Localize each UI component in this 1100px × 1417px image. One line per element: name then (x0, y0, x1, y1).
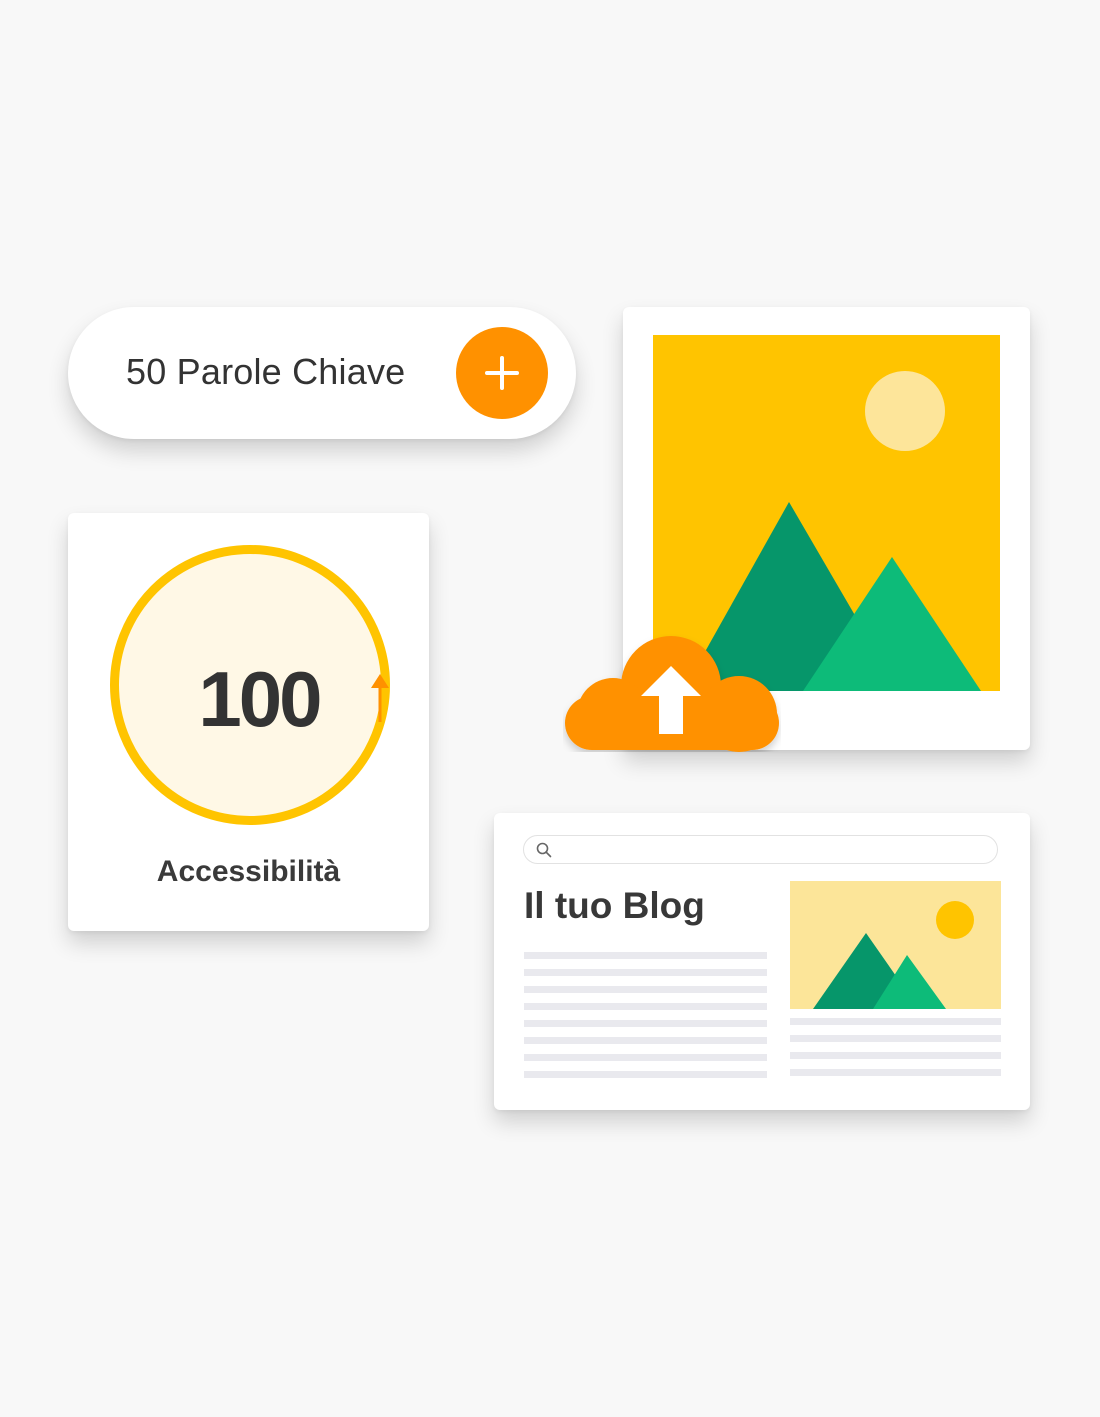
text-line (524, 986, 767, 993)
search-input[interactable] (523, 835, 998, 864)
keywords-pill: 50 Parole Chiave (68, 307, 576, 439)
text-line (524, 952, 767, 959)
text-line (524, 1054, 767, 1061)
text-line (790, 1018, 1001, 1025)
text-line (790, 1069, 1001, 1076)
arrow-up-icon (371, 674, 389, 722)
text-line (790, 1035, 1001, 1042)
text-line (524, 1003, 767, 1010)
blog-text-lines (524, 952, 767, 1088)
text-line (524, 1037, 767, 1044)
plus-icon (485, 356, 519, 390)
blog-card: Il tuo Blog (494, 813, 1030, 1110)
text-line (524, 1020, 767, 1027)
image-placeholder-icon (790, 881, 1001, 1009)
add-keyword-button[interactable] (456, 327, 548, 419)
text-line (524, 969, 767, 976)
blog-text-lines (790, 1018, 1001, 1086)
text-line (524, 1071, 767, 1078)
text-line (790, 1052, 1001, 1059)
cloud-upload-icon[interactable] (563, 634, 781, 752)
blog-title: Il tuo Blog (524, 885, 705, 926)
score-ring: 100 (110, 545, 390, 825)
keywords-label: 50 Parole Chiave (126, 351, 406, 392)
search-icon (536, 842, 552, 858)
score-value: 100 (198, 655, 322, 743)
score-label: Accessibilità (156, 855, 341, 888)
accessibility-score-card: 100 Accessibilità (68, 513, 429, 931)
